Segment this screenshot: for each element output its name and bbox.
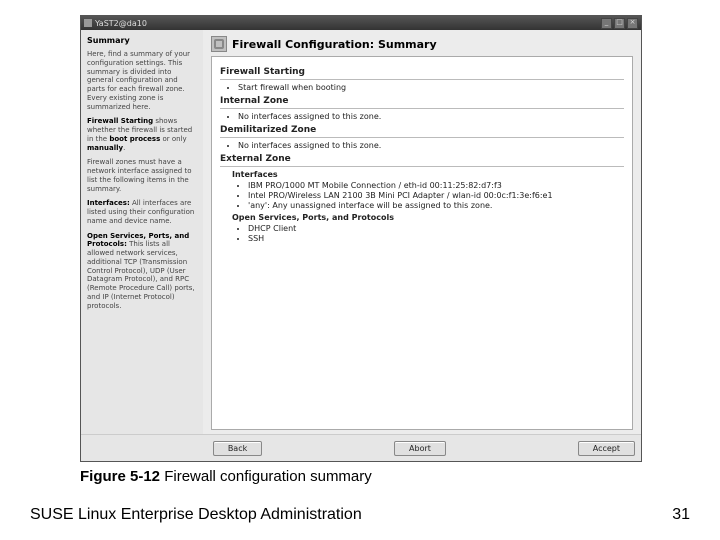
- help-p2-bold3: manually: [87, 144, 123, 152]
- window-controls: _ □ ×: [601, 18, 638, 29]
- main-panel: Firewall Configuration: Summary Firewall…: [203, 30, 641, 434]
- window-body: Summary Here, find a summary of your con…: [81, 30, 641, 434]
- section-dmz-head: Demilitarized Zone: [220, 125, 624, 138]
- help-p2-t2: or only: [160, 135, 186, 143]
- list-item: DHCP Client: [248, 224, 624, 233]
- back-button[interactable]: Back: [213, 441, 262, 456]
- figure-number: Figure 5-12: [80, 468, 160, 485]
- help-p2-bold1: Firewall Starting: [87, 117, 153, 125]
- help-p3: Firewall zones must have a network inter…: [87, 158, 197, 193]
- section-internal-list: No interfaces assigned to this zone.: [238, 112, 624, 121]
- help-p2-t3: .: [123, 144, 125, 152]
- help-p1: Here, find a summary of your configurati…: [87, 50, 197, 111]
- help-heading: Summary: [87, 36, 197, 46]
- list-item: Start firewall when booting: [238, 83, 624, 92]
- help-p4: Interfaces: All interfaces are listed us…: [87, 199, 197, 225]
- help-p5-rest: This lists all allowed network services,…: [87, 240, 195, 309]
- external-interfaces-head: Interfaces: [232, 170, 624, 179]
- section-external-head: External Zone: [220, 154, 624, 167]
- list-item: No interfaces assigned to this zone.: [238, 141, 624, 150]
- external-services-list: DHCP Client SSH: [248, 224, 624, 243]
- firewall-icon: [211, 36, 227, 52]
- section-starting-list: Start firewall when booting: [238, 83, 624, 92]
- list-item: IBM PRO/1000 MT Mobile Connection / eth-…: [248, 181, 624, 190]
- list-item: Intel PRO/Wireless LAN 2100 3B Mini PCI …: [248, 191, 624, 200]
- app-icon: [84, 19, 92, 27]
- list-item: No interfaces assigned to this zone.: [238, 112, 624, 121]
- external-services-head: Open Services, Ports, and Protocols: [232, 213, 624, 222]
- section-internal-head: Internal Zone: [220, 96, 624, 109]
- page-title: Firewall Configuration: Summary: [232, 38, 437, 51]
- close-button[interactable]: ×: [627, 18, 638, 29]
- window-title: YaST2@da10: [95, 19, 147, 28]
- section-starting-head: Firewall Starting: [220, 67, 624, 80]
- list-item: 'any': Any unassigned interface will be …: [248, 201, 624, 210]
- page-number: 31: [672, 506, 690, 524]
- window-titlebar: YaST2@da10 _ □ ×: [81, 16, 641, 30]
- help-p5: Open Services, Ports, and Protocols: Thi…: [87, 232, 197, 311]
- help-panel: Summary Here, find a summary of your con…: [81, 30, 203, 434]
- figure-caption: Figure 5-12 Firewall configuration summa…: [80, 468, 372, 485]
- help-p2-bold2: boot process: [109, 135, 160, 143]
- yast-window: YaST2@da10 _ □ × Summary Here, find a su…: [80, 15, 642, 462]
- wizard-buttons: Back Abort Accept: [81, 434, 641, 461]
- footer-title: SUSE Linux Enterprise Desktop Administra…: [30, 506, 362, 524]
- list-item: SSH: [248, 234, 624, 243]
- help-p4-bold: Interfaces:: [87, 199, 130, 207]
- help-p2: Firewall Starting shows whether the fire…: [87, 117, 197, 152]
- minimize-button[interactable]: _: [601, 18, 612, 29]
- accept-button[interactable]: Accept: [578, 441, 635, 456]
- titlebar-left: YaST2@da10: [84, 19, 147, 28]
- slide: YaST2@da10 _ □ × Summary Here, find a su…: [0, 0, 720, 540]
- external-interfaces-list: IBM PRO/1000 MT Mobile Connection / eth-…: [248, 181, 624, 210]
- section-dmz-list: No interfaces assigned to this zone.: [238, 141, 624, 150]
- maximize-button[interactable]: □: [614, 18, 625, 29]
- main-header: Firewall Configuration: Summary: [203, 30, 641, 56]
- abort-button[interactable]: Abort: [394, 441, 446, 456]
- summary-content: Firewall Starting Start firewall when bo…: [211, 56, 633, 430]
- figure-text: Firewall configuration summary: [160, 468, 372, 485]
